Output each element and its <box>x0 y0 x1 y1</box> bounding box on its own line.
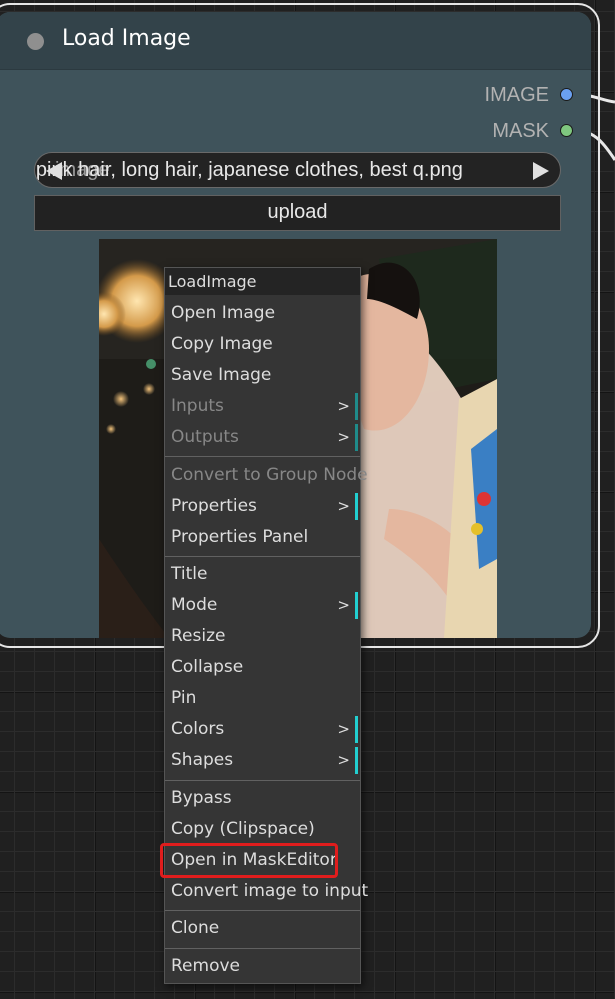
submenu-indicator <box>355 592 358 619</box>
menu-separator <box>165 910 360 911</box>
combo-next-arrow-icon[interactable] <box>533 162 549 180</box>
output-slot-mask[interactable] <box>560 124 573 137</box>
submenu-indicator <box>355 747 358 774</box>
menu-item-mode[interactable]: Mode > <box>165 590 360 621</box>
menu-item-remove[interactable]: Remove <box>165 951 360 982</box>
menu-item-label: Pin <box>171 688 197 708</box>
submenu-indicator <box>355 716 358 743</box>
menu-item-open-image[interactable]: Open Image <box>165 298 360 329</box>
menu-item-label: Properties Panel <box>171 527 309 547</box>
output-label-mask: MASK <box>492 120 549 142</box>
menu-item-bypass[interactable]: Bypass <box>165 783 360 814</box>
submenu-chevron-icon: > <box>337 720 350 738</box>
output-label-image: IMAGE <box>484 84 549 106</box>
menu-item-convert-to-group-node: Convert to Group Node <box>165 460 368 491</box>
menu-item-label: Resize <box>171 626 226 646</box>
menu-item-convert-image-to-input[interactable]: Convert image to input <box>165 876 368 907</box>
menu-item-label: Clone <box>171 918 220 938</box>
menu-item-colors[interactable]: Colors > <box>165 714 360 745</box>
menu-item-outputs: Outputs > <box>165 422 360 453</box>
menu-item-label: Convert image to input <box>171 881 369 901</box>
menu-item-properties[interactable]: Properties > <box>165 491 360 522</box>
menu-item-label: Bypass <box>171 788 232 808</box>
submenu-chevron-icon: > <box>337 751 350 769</box>
menu-item-label: Colors <box>171 719 225 739</box>
menu-item-label: Mode <box>171 595 218 615</box>
menu-item-inputs: Inputs > <box>165 391 360 422</box>
menu-item-copy-clipspace[interactable]: Copy (Clipspace) <box>165 814 360 845</box>
menu-item-label: Collapse <box>171 657 244 677</box>
menu-item-title[interactable]: Title <box>165 559 360 590</box>
submenu-chevron-icon: > <box>337 397 350 415</box>
upload-button[interactable]: upload <box>34 195 561 231</box>
menu-item-label: Copy Image <box>171 334 273 354</box>
collapse-dot-icon[interactable] <box>27 33 44 50</box>
menu-item-label: Shapes <box>171 750 234 770</box>
menu-item-label: Title <box>171 564 208 584</box>
image-combo-value: ers, pink hair, long hair, japanese clot… <box>34 159 463 181</box>
output-slot-image[interactable] <box>560 88 573 101</box>
menu-item-label: Properties <box>171 496 257 516</box>
menu-item-shapes[interactable]: Shapes > <box>165 745 360 776</box>
menu-separator <box>165 948 360 949</box>
menu-item-label: Open Image <box>171 303 276 323</box>
menu-item-save-image[interactable]: Save Image <box>165 360 360 391</box>
node-title: Load Image <box>62 26 191 51</box>
combo-prev-arrow-icon[interactable] <box>46 162 62 180</box>
menu-item-label: Save Image <box>171 365 272 385</box>
submenu-indicator <box>355 493 358 520</box>
submenu-chevron-icon: > <box>337 497 350 515</box>
menu-item-label: Convert to Group Node <box>171 465 368 485</box>
menu-item-label: Inputs <box>171 396 224 416</box>
menu-item-label: Copy (Clipspace) <box>171 819 315 839</box>
menu-item-resize[interactable]: Resize <box>165 621 360 652</box>
menu-item-pin[interactable]: Pin <box>165 683 360 714</box>
image-combo-widget[interactable]: image ers, pink hair, long hair, japanes… <box>34 152 561 188</box>
menu-item-properties-panel[interactable]: Properties Panel <box>165 522 360 553</box>
menu-item-copy-image[interactable]: Copy Image <box>165 329 360 360</box>
submenu-indicator <box>355 393 358 420</box>
submenu-chevron-icon: > <box>337 596 350 614</box>
node-title-bar[interactable]: Load Image <box>0 12 591 70</box>
submenu-indicator <box>355 424 358 451</box>
menu-item-clone[interactable]: Clone <box>165 913 360 944</box>
context-menu-title: LoadImage <box>165 268 360 295</box>
submenu-chevron-icon: > <box>337 428 350 446</box>
menu-separator <box>165 780 360 781</box>
menu-item-label: Remove <box>171 956 240 976</box>
menu-separator <box>165 556 360 557</box>
menu-item-label: Outputs <box>171 427 239 447</box>
menu-separator <box>165 456 360 457</box>
menu-item-collapse[interactable]: Collapse <box>165 652 360 683</box>
maskeditor-highlight-annotation <box>160 843 338 878</box>
